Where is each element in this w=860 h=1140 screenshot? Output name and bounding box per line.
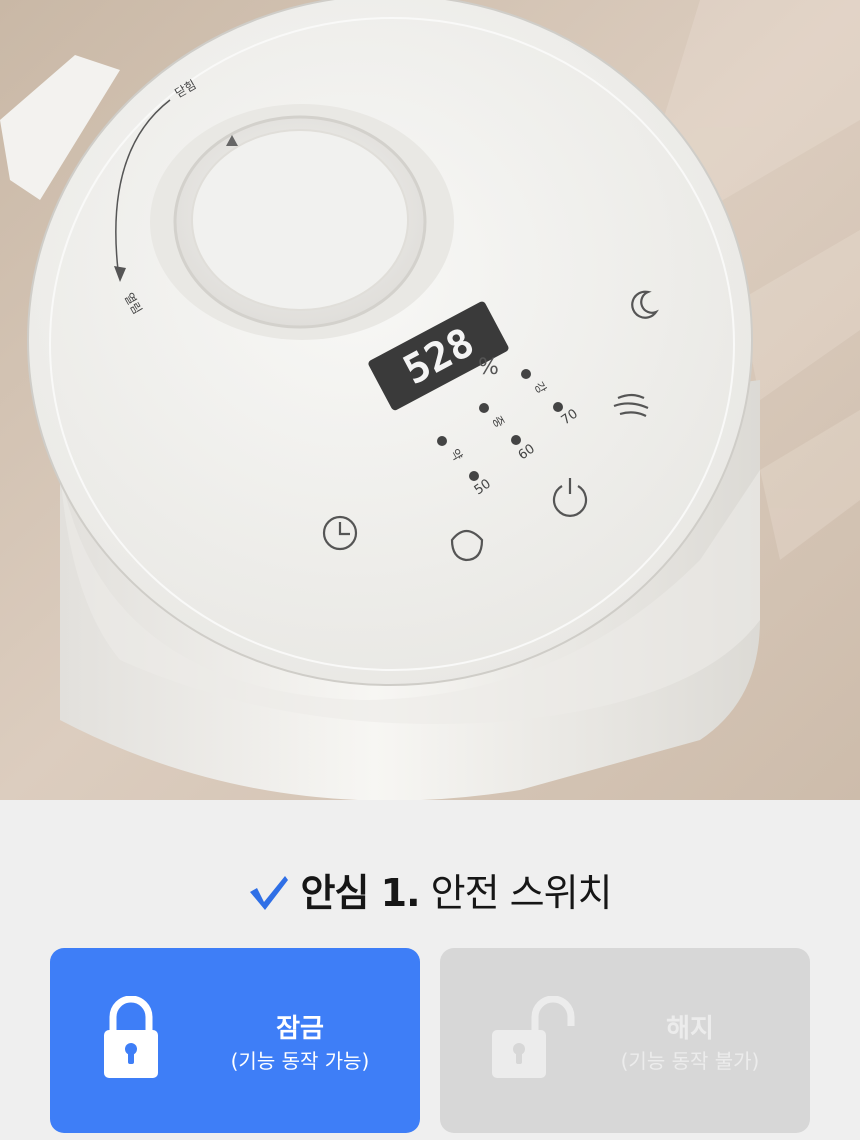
heading-prefix: 안심 1.: [300, 871, 420, 915]
unlock-card-title: 해지: [666, 1014, 714, 1044]
safety-switch-section: 안심 1. 안전 스위치 잠금 (기능 동작 가능) 해지 (기능 동작 불가): [0, 800, 860, 1140]
humidifier-illustration: 닫힘 열림 528 % 강 중 약 70 60 50: [0, 0, 860, 800]
product-photo: 닫힘 열림 528 % 강 중 약 70 60 50: [0, 0, 860, 800]
unlock-card-subtitle: (기능 동작 불가): [620, 1049, 760, 1073]
section-heading: 안심 1. 안전 스위치: [0, 862, 860, 921]
unlock-card[interactable]: 해지 (기능 동작 불가): [440, 948, 810, 1133]
lock-card-subtitle: (기능 동작 가능): [230, 1049, 370, 1073]
lock-closed-icon: [102, 995, 160, 1086]
checkmark-icon: [248, 874, 290, 921]
lock-card[interactable]: 잠금 (기능 동작 가능): [50, 948, 420, 1133]
lock-card-title: 잠금: [276, 1014, 324, 1044]
display-unit: %: [478, 355, 499, 380]
heading-text: 안전 스위치: [430, 871, 613, 915]
